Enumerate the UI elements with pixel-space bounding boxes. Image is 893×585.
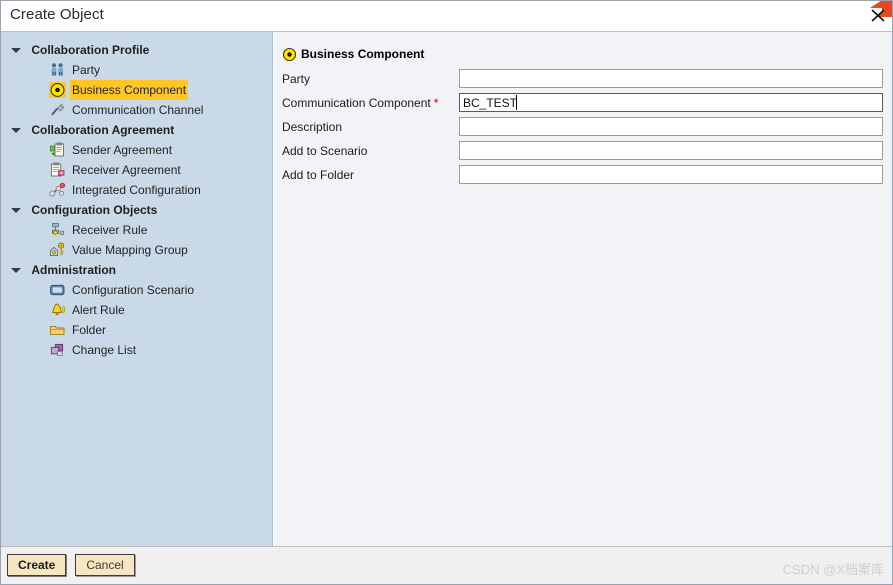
integrated-configuration-molecule-icon bbox=[49, 182, 66, 198]
tree-group-label: Collaboration Agreement bbox=[31, 123, 175, 137]
sidebar-item-label: Folder bbox=[72, 323, 107, 337]
form-row-communication-component: Communication Component * bbox=[282, 93, 886, 116]
sidebar-item-receiver-rule[interactable]: Receiver Rule bbox=[1, 220, 272, 240]
sidebar-item-label: Configuration Scenario bbox=[72, 283, 195, 297]
field-label: Add to Folder bbox=[282, 168, 355, 182]
sidebar-item-sender-agreement[interactable]: Sender Agreement bbox=[1, 140, 272, 160]
configuration-scenario-screen-icon bbox=[49, 282, 66, 298]
party-input[interactable] bbox=[459, 69, 883, 88]
form-row-description: Description bbox=[282, 117, 886, 140]
tree-group-label: Collaboration Profile bbox=[31, 43, 150, 57]
field-label: Communication Component * bbox=[282, 96, 439, 110]
object-detail-panel: Business Component Party Communication C… bbox=[274, 32, 892, 546]
value-mapping-key-icon bbox=[49, 242, 66, 258]
tree-root: Collaboration Profile Party Business Com… bbox=[1, 32, 272, 360]
sidebar-item-alert-rule[interactable]: Alert Rule bbox=[1, 300, 272, 320]
tree-group-label: Configuration Objects bbox=[31, 203, 158, 217]
close-icon[interactable] bbox=[869, 6, 887, 24]
object-type-tree[interactable]: Collaboration Profile Party Business Com… bbox=[1, 32, 273, 546]
watermark: CSDN @X档案库 bbox=[782, 562, 884, 577]
sidebar-item-change-list[interactable]: Change List bbox=[1, 340, 272, 360]
tree-group-collaboration-profile[interactable]: Collaboration Profile bbox=[1, 40, 272, 60]
business-component-radio-icon bbox=[282, 47, 297, 62]
sidebar-item-label: Value Mapping Group bbox=[72, 243, 188, 257]
required-marker: * bbox=[433, 96, 439, 110]
field-label: Description bbox=[282, 120, 343, 134]
add-to-folder-input[interactable] bbox=[459, 165, 883, 184]
sender-agreement-clipboard-icon bbox=[49, 142, 66, 158]
sidebar-item-value-mapping-group[interactable]: Value Mapping Group bbox=[1, 240, 272, 260]
text-caret bbox=[516, 95, 517, 110]
sidebar-item-integrated-configuration[interactable]: Integrated Configuration bbox=[1, 180, 272, 200]
sidebar-item-label: Business Component bbox=[70, 80, 189, 100]
create-button[interactable]: Create bbox=[7, 554, 67, 576]
sidebar-item-label: Party bbox=[72, 63, 101, 77]
dialog-titlebar: Create Object bbox=[1, 1, 892, 32]
sidebar-item-label: Integrated Configuration bbox=[72, 183, 201, 197]
receiver-agreement-clipboard-icon bbox=[49, 162, 66, 178]
panel-header: Business Component bbox=[282, 46, 424, 63]
business-component-form: Party Communication Component* Descripti… bbox=[282, 69, 886, 189]
receiver-rule-hierarchy-icon bbox=[49, 222, 66, 238]
sidebar-item-label: Alert Rule bbox=[72, 303, 125, 317]
form-row-party: Party bbox=[282, 69, 886, 92]
sidebar-item-folder[interactable]: Folder bbox=[1, 320, 272, 340]
alert-bell-icon bbox=[49, 302, 66, 318]
party-people-icon bbox=[49, 62, 66, 78]
field-label: Add to Scenario bbox=[282, 144, 368, 158]
field-label: Party bbox=[282, 72, 311, 86]
add-to-scenario-input[interactable] bbox=[459, 141, 883, 160]
sidebar-item-label: Sender Agreement bbox=[72, 143, 173, 157]
tree-group-label: Administration bbox=[31, 263, 117, 277]
communication-plug-icon bbox=[49, 102, 66, 118]
chevron-down-icon[interactable] bbox=[11, 120, 22, 140]
sidebar-item-configuration-scenario[interactable]: Configuration Scenario bbox=[1, 280, 272, 300]
panel-title: Business Component bbox=[301, 47, 425, 61]
sidebar-item-label: Receiver Agreement bbox=[72, 163, 181, 177]
sidebar-item-business-component[interactable]: Business Component bbox=[1, 80, 272, 100]
dialog-footer: Create Cancel CSDN @X档案库 bbox=[1, 546, 892, 584]
dialog-title: Create Object bbox=[10, 6, 104, 23]
change-list-stack-icon bbox=[49, 342, 66, 358]
description-input[interactable] bbox=[459, 117, 883, 136]
tree-group-administration[interactable]: Administration bbox=[1, 260, 272, 280]
chevron-down-icon[interactable] bbox=[11, 200, 22, 220]
sidebar-item-label: Change List bbox=[72, 343, 137, 357]
sidebar-item-label: Receiver Rule bbox=[72, 223, 148, 237]
sidebar-item-receiver-agreement[interactable]: Receiver Agreement bbox=[1, 160, 272, 180]
business-component-radio-icon bbox=[49, 82, 66, 98]
tree-group-configuration-objects[interactable]: Configuration Objects bbox=[1, 200, 272, 220]
form-row-add-to-folder: Add to Folder bbox=[282, 165, 886, 188]
chevron-down-icon[interactable] bbox=[11, 260, 22, 280]
create-object-dialog: Create Object Collaboration Profile Part… bbox=[0, 0, 893, 585]
communication-component-input[interactable] bbox=[459, 93, 883, 112]
sidebar-item-party[interactable]: Party bbox=[1, 60, 272, 80]
cancel-button[interactable]: Cancel bbox=[75, 554, 135, 576]
tree-group-collaboration-agreement[interactable]: Collaboration Agreement bbox=[1, 120, 272, 140]
sidebar-item-label: Communication Channel bbox=[72, 103, 204, 117]
chevron-down-icon[interactable] bbox=[11, 40, 22, 60]
folder-icon bbox=[49, 322, 66, 338]
dialog-content: Collaboration Profile Party Business Com… bbox=[1, 32, 892, 546]
form-row-add-to-scenario: Add to Scenario bbox=[282, 141, 886, 164]
sidebar-item-communication-channel[interactable]: Communication Channel bbox=[1, 100, 272, 120]
